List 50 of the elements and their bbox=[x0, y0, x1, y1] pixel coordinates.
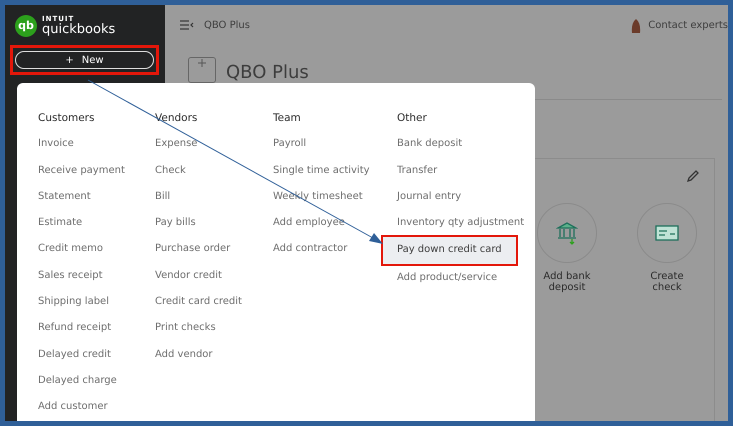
menu-item[interactable]: Purchase order bbox=[155, 236, 230, 263]
contact-experts-link[interactable]: Contact experts bbox=[648, 20, 728, 30]
menu-item[interactable]: Add customer bbox=[38, 394, 108, 421]
avatar-icon bbox=[630, 18, 642, 32]
menu-heading: Vendors bbox=[155, 111, 198, 126]
page-title: QBO Plus bbox=[226, 61, 309, 83]
logo-icon: qb bbox=[15, 14, 37, 36]
check-icon bbox=[655, 225, 679, 241]
menu-item[interactable]: Refund receipt bbox=[38, 315, 112, 342]
action-label[interactable]: Create check bbox=[637, 271, 697, 293]
menu-item[interactable]: Journal entry bbox=[397, 184, 462, 210]
company-name: QBO Plus bbox=[204, 20, 250, 30]
menu-item[interactable]: Invoice bbox=[38, 131, 74, 158]
menu-item[interactable]: Credit memo bbox=[38, 236, 104, 263]
new-button[interactable]: + New bbox=[15, 51, 154, 69]
action-label[interactable]: Add bank deposit bbox=[537, 271, 597, 293]
menu-item[interactable]: Add vendor bbox=[155, 342, 213, 368]
menu-item[interactable]: Add employee bbox=[273, 210, 345, 236]
menu-item[interactable]: Delayed charge bbox=[38, 368, 117, 394]
menu-item[interactable]: Add product/service bbox=[397, 264, 498, 292]
menu-item[interactable]: Add contractor bbox=[273, 236, 348, 263]
pencil-icon[interactable] bbox=[686, 169, 700, 183]
menu-item[interactable]: Bill bbox=[155, 184, 170, 210]
menu-item[interactable]: Inventory qty adjustment bbox=[397, 210, 524, 236]
menu-heading: Other bbox=[397, 111, 428, 126]
menu-item[interactable]: Payroll bbox=[273, 131, 306, 158]
action-circle[interactable] bbox=[637, 203, 697, 263]
menu-item[interactable]: Check bbox=[155, 158, 186, 184]
menu-item[interactable]: Vendor credit bbox=[155, 262, 222, 290]
menu-item[interactable]: Shipping label bbox=[38, 289, 109, 316]
menu-item[interactable]: Credit card credit bbox=[155, 289, 242, 316]
menu-item[interactable]: Sales receipt bbox=[38, 262, 103, 290]
menu-item[interactable]: Expense bbox=[155, 131, 198, 158]
menu-item[interactable]: Single time activity bbox=[273, 158, 370, 184]
menu-item[interactable]: Pay bills bbox=[155, 210, 196, 236]
action-circle[interactable] bbox=[537, 203, 597, 263]
menu-item[interactable]: Bank deposit bbox=[397, 131, 462, 158]
menu-heading: Team bbox=[273, 111, 302, 126]
product-name: quickbooks bbox=[42, 22, 116, 36]
menu-item[interactable]: Print checks bbox=[155, 315, 216, 342]
menu-item[interactable]: Pay down credit card bbox=[383, 237, 516, 264]
bank-icon bbox=[556, 221, 578, 245]
plus-icon bbox=[197, 58, 207, 68]
menu-item[interactable]: Transfer bbox=[397, 158, 438, 184]
menu-item[interactable]: Receive payment bbox=[38, 158, 125, 184]
menu-item[interactable]: Estimate bbox=[38, 210, 82, 236]
menu-item[interactable]: Statement bbox=[38, 184, 91, 210]
menu-item[interactable]: Delayed credit bbox=[38, 342, 111, 368]
menu-icon[interactable] bbox=[180, 20, 194, 30]
menu-heading: Customers bbox=[38, 111, 96, 126]
